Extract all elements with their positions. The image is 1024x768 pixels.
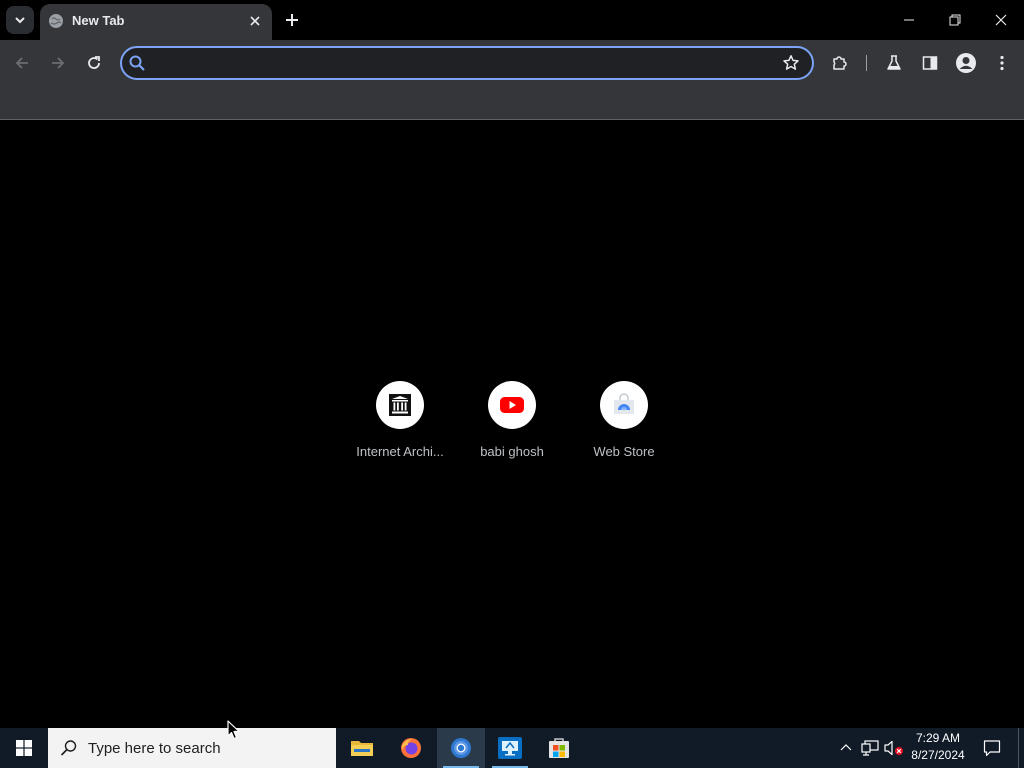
labs-button[interactable]	[880, 49, 908, 77]
forward-button[interactable]	[44, 49, 72, 77]
tab-search-button[interactable]	[6, 6, 34, 34]
shortcut-label: Web Store	[593, 444, 655, 459]
arrow-right-icon	[52, 57, 65, 69]
network-tray-button[interactable]	[860, 738, 880, 758]
shortcut-web-store[interactable]: Web Store	[568, 381, 680, 471]
remote-desktop-icon	[498, 737, 522, 759]
tab-close-button[interactable]	[246, 12, 264, 30]
internet-archive-icon	[389, 394, 411, 416]
star-icon[interactable]	[782, 54, 800, 72]
extensions-button[interactable]	[826, 49, 854, 77]
taskbar-search-box[interactable]: Type here to search	[48, 728, 336, 768]
tab-title: New Tab	[72, 13, 125, 28]
flask-icon	[887, 55, 901, 70]
tab-strip: New Tab	[0, 0, 1024, 40]
address-input[interactable]	[152, 51, 772, 75]
shortcut-icon	[376, 381, 424, 429]
volume-tray-button[interactable]	[884, 738, 904, 758]
plus-icon	[286, 14, 298, 26]
web-store-icon	[614, 393, 634, 414]
network-icon	[861, 740, 879, 756]
restore-button[interactable]	[932, 0, 978, 40]
minimize-button[interactable]	[886, 0, 932, 40]
volume-muted-icon	[884, 740, 903, 756]
shortcut-tiles: Internet Archi... babi ghosh Web Store	[344, 381, 680, 471]
bookmarks-bar	[0, 86, 1024, 120]
shortcut-label: Internet Archi...	[356, 444, 444, 459]
reload-button[interactable]	[80, 49, 108, 77]
firefox-icon	[401, 738, 421, 758]
windows-taskbar: Type here to search 7:29 AM 8/27/2024	[0, 728, 1024, 768]
windows-logo-icon	[16, 740, 32, 756]
clock-date: 8/27/2024	[911, 748, 965, 762]
close-window-button[interactable]	[978, 0, 1024, 40]
shortcut-internet-archive[interactable]: Internet Archi...	[344, 381, 456, 471]
reload-icon	[88, 56, 100, 69]
tab-new-tab[interactable]: New Tab	[40, 4, 272, 40]
kebab-menu-icon	[1000, 55, 1004, 71]
folder-icon	[351, 741, 373, 756]
search-icon	[129, 55, 145, 71]
toolbar-separator	[866, 55, 867, 71]
notification-icon	[983, 740, 1001, 757]
address-bar[interactable]	[120, 46, 814, 80]
restore-icon	[949, 14, 961, 26]
arrow-left-icon	[15, 57, 28, 69]
profile-button[interactable]	[952, 49, 980, 77]
taskbar-microsoft-store[interactable]	[535, 728, 583, 768]
taskbar-chrome[interactable]	[437, 728, 485, 768]
side-panel-icon	[922, 56, 938, 70]
taskbar-firefox[interactable]	[387, 728, 435, 768]
taskbar-search-placeholder: Type here to search	[88, 740, 221, 757]
taskbar-file-explorer[interactable]	[338, 728, 386, 768]
show-hidden-icons-button[interactable]	[836, 738, 856, 758]
chevron-down-icon	[15, 17, 25, 24]
store-icon	[549, 738, 569, 758]
shortcut-youtube[interactable]: babi ghosh	[456, 381, 568, 471]
chrome-icon	[451, 738, 471, 758]
globe-icon	[49, 14, 63, 28]
youtube-icon	[500, 397, 524, 413]
shortcut-icon	[488, 381, 536, 429]
taskbar-remote-desktop[interactable]	[486, 728, 534, 768]
close-icon	[995, 14, 1007, 26]
browser-toolbar	[0, 40, 1024, 86]
show-desktop-button[interactable]	[1018, 728, 1024, 768]
puzzle-icon	[833, 56, 847, 70]
clock-time: 7:29 AM	[915, 731, 961, 745]
new-tab-page: Internet Archi... babi ghosh Web Store	[0, 121, 1024, 728]
taskbar-clock[interactable]: 7:29 AM 8/27/2024	[904, 730, 972, 766]
chevron-up-icon	[840, 744, 852, 751]
action-center-button[interactable]	[978, 728, 1006, 768]
shortcut-label: babi ghosh	[480, 444, 544, 459]
close-icon	[250, 16, 260, 26]
side-panel-button[interactable]	[916, 49, 944, 77]
start-button[interactable]	[0, 728, 48, 768]
profile-icon	[956, 53, 976, 73]
minimize-icon	[904, 19, 914, 21]
mouse-cursor-icon	[227, 720, 240, 740]
browser-menu-button[interactable]	[988, 49, 1016, 77]
new-tab-button[interactable]	[280, 8, 304, 32]
search-icon	[60, 740, 77, 756]
back-button[interactable]	[8, 49, 36, 77]
shortcut-icon	[600, 381, 648, 429]
